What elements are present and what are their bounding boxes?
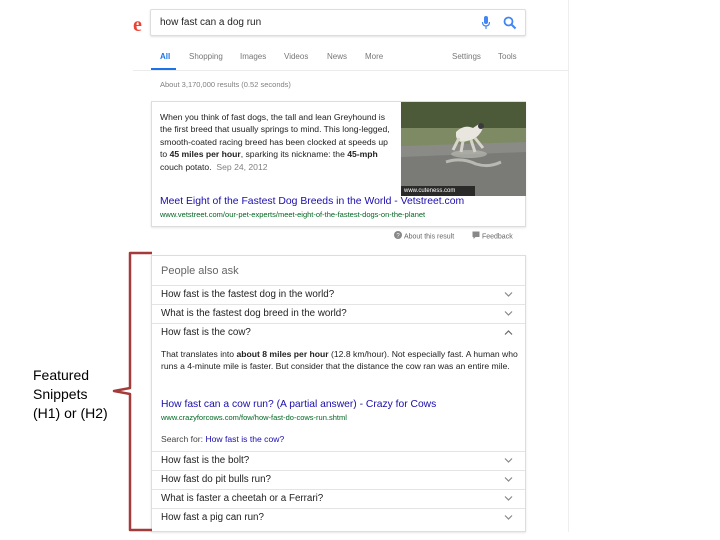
paa-question[interactable]: How fast do pit bulls run? bbox=[152, 470, 525, 489]
image-credit: www.cuteness.com bbox=[401, 186, 475, 196]
chevron-down-icon bbox=[504, 458, 513, 463]
feedback-link[interactable]: Feedback bbox=[472, 231, 513, 241]
tab-more[interactable]: More bbox=[365, 52, 383, 61]
google-logo-fragment[interactable]: e bbox=[133, 14, 142, 37]
chevron-up-icon bbox=[504, 330, 513, 335]
about-this-result[interactable]: ? About this result bbox=[394, 231, 454, 241]
paa-answer-text: That translates into about 8 miles per h… bbox=[161, 349, 518, 371]
tab-shopping[interactable]: Shopping bbox=[189, 52, 223, 61]
chevron-down-icon bbox=[504, 292, 513, 297]
chevron-down-icon bbox=[504, 311, 513, 316]
search-for-link[interactable]: How fast is the cow? bbox=[205, 434, 284, 444]
snippet-result-title[interactable]: Meet Eight of the Fastest Dog Breeds in … bbox=[160, 196, 464, 207]
chevron-down-icon bbox=[504, 496, 513, 501]
tab-news[interactable]: News bbox=[327, 52, 347, 61]
featured-snippet-card: When you think of fast dogs, the tall an… bbox=[151, 101, 526, 227]
search-input[interactable]: how fast can a dog run bbox=[160, 17, 261, 28]
search-box[interactable]: how fast can a dog run bbox=[150, 9, 526, 36]
paa-answer-title[interactable]: How fast can a cow run? (A partial answe… bbox=[161, 399, 436, 410]
result-stats: About 3,170,000 results (0.52 seconds) bbox=[160, 80, 291, 89]
microphone-icon[interactable] bbox=[481, 16, 491, 30]
paa-question-expanded[interactable]: How fast is the cow? bbox=[152, 323, 525, 342]
settings-link[interactable]: Settings bbox=[452, 52, 481, 61]
snippet-date: Sep 24, 2012 bbox=[216, 161, 268, 172]
paa-question[interactable]: How fast is the fastest dog in the world… bbox=[152, 285, 525, 304]
greyhound-photo-art bbox=[401, 102, 526, 196]
chevron-down-icon bbox=[504, 515, 513, 520]
snippet-result-url: www.vetstreet.com/our-pet-experts/meet-e… bbox=[160, 210, 426, 219]
help-icon: ? bbox=[394, 231, 402, 240]
search-icon[interactable] bbox=[503, 16, 517, 30]
feedback-icon bbox=[472, 231, 480, 239]
paa-question[interactable]: What is the fastest dog breed in the wor… bbox=[152, 304, 525, 323]
search-tabs: All Shopping Images Videos News More Set… bbox=[150, 52, 570, 72]
paa-question[interactable]: How fast a pig can run? bbox=[152, 508, 525, 527]
greyhound-photo[interactable]: www.cuteness.com bbox=[401, 102, 526, 196]
snippet-description: When you think of fast dogs, the tall an… bbox=[160, 112, 390, 172]
paa-question[interactable]: What is faster a cheetah or a Ferrari? bbox=[152, 489, 525, 508]
chevron-down-icon bbox=[504, 477, 513, 482]
annotation-label: Featured Snippets (H1) or (H2) bbox=[33, 367, 108, 421]
paa-answer-url: www.crazyforcows.com/fow/how-fast-do-cow… bbox=[161, 413, 347, 422]
tab-videos[interactable]: Videos bbox=[284, 52, 308, 61]
paa-question[interactable]: How fast is the bolt? bbox=[152, 451, 525, 470]
tools-link[interactable]: Tools bbox=[498, 52, 517, 61]
people-also-ask-box: People also ask How fast is the fastest … bbox=[151, 255, 526, 532]
search-for-row: Search for: How fast is the cow? bbox=[161, 434, 285, 444]
paa-title: People also ask bbox=[161, 265, 239, 277]
tab-images[interactable]: Images bbox=[240, 52, 266, 61]
tabs-divider bbox=[133, 70, 569, 71]
tab-all[interactable]: All bbox=[160, 52, 170, 61]
